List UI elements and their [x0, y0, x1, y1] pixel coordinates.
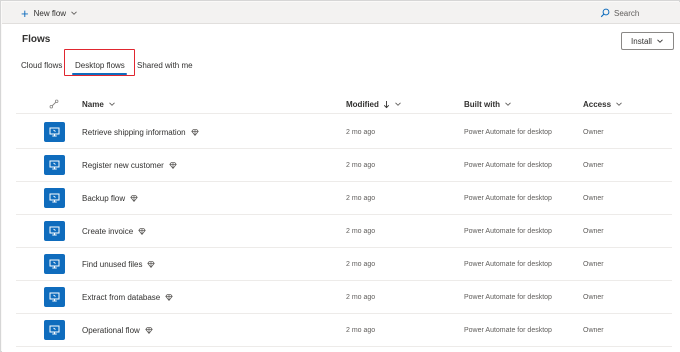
- access-cell: Owner: [583, 195, 604, 202]
- table-header: Name Modified Built with Access: [16, 94, 672, 114]
- table-row[interactable]: Create invoice 2 mo ago Power Automate f…: [16, 215, 672, 248]
- table-row[interactable]: Backup flow 2 mo ago Power Automate for …: [16, 182, 672, 215]
- access-cell: Owner: [583, 294, 604, 301]
- chevron-down-icon: [505, 102, 511, 106]
- tab-cloud-flows[interactable]: Cloud flows: [21, 52, 62, 78]
- desktop-flow-icon: [44, 320, 65, 340]
- chevron-down-icon: [395, 102, 401, 106]
- command-bar: + New flow Search: [2, 2, 680, 24]
- premium-diamond-icon: [147, 261, 156, 268]
- page-title: Flows: [22, 34, 51, 45]
- built-with-cell: Power Automate for desktop: [464, 195, 552, 202]
- modified-cell: 2 mo ago: [346, 162, 376, 169]
- built-with-cell: Power Automate for desktop: [464, 294, 552, 301]
- built-with-cell: Power Automate for desktop: [464, 162, 552, 169]
- modified-cell: 2 mo ago: [346, 327, 376, 334]
- desktop-flow-icon: [44, 254, 65, 274]
- app-frame: + New flow Search Flows Install Cloud fl…: [0, 0, 680, 352]
- table-row[interactable]: Register new customer 2 mo ago Power Aut…: [16, 149, 672, 182]
- column-header-access[interactable]: Access: [583, 98, 623, 110]
- chevron-down-icon: [657, 39, 663, 43]
- column-header-name[interactable]: Name: [82, 98, 116, 110]
- new-flow-button[interactable]: + New flow: [21, 6, 78, 20]
- premium-diamond-icon: [138, 228, 146, 235]
- modified-cell: 2 mo ago: [346, 261, 376, 268]
- access-cell: Owner: [583, 261, 604, 268]
- chevron-down-icon: [71, 11, 77, 15]
- search-label: Search: [614, 8, 640, 18]
- modified-cell: 2 mo ago: [346, 129, 376, 136]
- sort-descending-icon: [383, 100, 390, 108]
- built-with-cell: Power Automate for desktop: [464, 228, 552, 235]
- access-cell: Owner: [583, 129, 604, 136]
- plus-icon: +: [21, 5, 29, 21]
- desktop-flow-icon: [44, 188, 65, 208]
- flow-name[interactable]: Create invoice: [82, 215, 146, 248]
- desktop-flow-icon: [44, 155, 65, 175]
- modified-cell: 2 mo ago: [346, 228, 376, 235]
- flow-name[interactable]: Extract from database: [82, 281, 173, 314]
- desktop-flow-icon: [44, 122, 65, 142]
- flow-name[interactable]: Operational flow: [82, 314, 153, 347]
- table-row[interactable]: Operational flow 2 mo ago Power Automate…: [16, 314, 672, 347]
- flow-name-label: Register new customer: [82, 161, 164, 170]
- premium-diamond-icon: [169, 162, 177, 169]
- table-row[interactable]: Retrieve shipping information 2 mo ago P…: [16, 116, 672, 149]
- table-row[interactable]: Extract from database 2 mo ago Power Aut…: [16, 281, 672, 314]
- flow-name-label: Create invoice: [82, 227, 134, 236]
- access-cell: Owner: [583, 162, 604, 169]
- column-header-label: Modified: [346, 99, 379, 109]
- desktop-flow-icon: [44, 287, 65, 307]
- premium-diamond-icon: [145, 327, 153, 334]
- premium-diamond-icon: [130, 195, 138, 202]
- tab-label: Shared with me: [137, 60, 193, 70]
- tab-shared-with-me[interactable]: Shared with me: [137, 52, 193, 78]
- flow-name-label: Retrieve shipping information: [82, 128, 186, 137]
- highlight-box: [64, 49, 135, 76]
- access-cell: Owner: [583, 327, 604, 334]
- column-header-modified[interactable]: Modified: [346, 98, 402, 110]
- flow-name-label: Backup flow: [82, 194, 126, 203]
- column-header-label: Name: [82, 99, 104, 109]
- modified-cell: 2 mo ago: [346, 195, 376, 202]
- table-row[interactable]: Find unused files 2 mo ago Power Automat…: [16, 248, 672, 281]
- access-cell: Owner: [583, 228, 604, 235]
- flow-name[interactable]: Find unused files: [82, 248, 156, 281]
- new-flow-label: New flow: [33, 8, 67, 18]
- premium-diamond-icon: [190, 129, 199, 136]
- tab-label: Cloud flows: [21, 60, 63, 70]
- modified-cell: 2 mo ago: [346, 294, 376, 301]
- column-header-label: Access: [583, 99, 612, 109]
- install-label: Install: [631, 36, 652, 46]
- column-header-label: Built with: [464, 99, 500, 109]
- desktop-flow-icon: [44, 221, 65, 241]
- flow-name-label: Find unused files: [82, 260, 143, 269]
- column-header-built-with[interactable]: Built with: [464, 98, 512, 110]
- flow-name[interactable]: Backup flow: [82, 182, 138, 215]
- premium-diamond-icon: [165, 294, 173, 301]
- chevron-down-icon: [108, 102, 115, 106]
- flow-name-label: Operational flow: [82, 326, 140, 335]
- built-with-cell: Power Automate for desktop: [464, 327, 552, 334]
- flow-name[interactable]: Retrieve shipping information: [82, 116, 199, 149]
- chevron-down-icon: [616, 102, 622, 106]
- search-icon: [600, 8, 610, 18]
- built-with-cell: Power Automate for desktop: [464, 261, 552, 268]
- flow-type-column-icon: [49, 99, 59, 109]
- search-button[interactable]: Search: [600, 7, 639, 19]
- flow-name-label: Extract from database: [82, 293, 161, 302]
- built-with-cell: Power Automate for desktop: [464, 129, 552, 136]
- main-content: Flows Install Cloud flows Desktop flows …: [2, 24, 680, 352]
- flow-name[interactable]: Register new customer: [82, 149, 177, 182]
- install-button[interactable]: Install: [621, 32, 674, 50]
